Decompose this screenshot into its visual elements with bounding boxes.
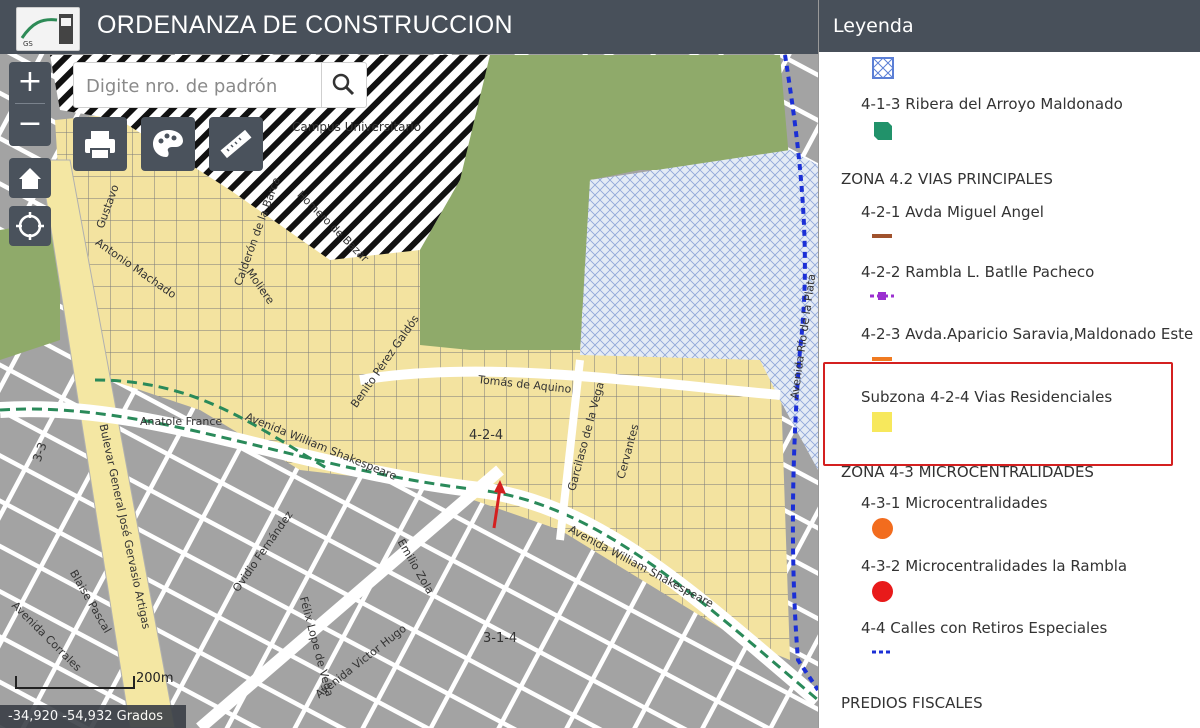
legend-header: Leyenda [819, 0, 1200, 52]
basemap-button[interactable] [141, 117, 195, 171]
blue-hatch-swatch [872, 57, 894, 79]
micro-swatch [872, 518, 893, 539]
legend-section-zona42: ZONA 4.2 VIAS PRINCIPALES [841, 170, 1053, 188]
ruler-icon [220, 129, 252, 159]
municipality-logo: GS [16, 7, 80, 51]
home-icon [19, 168, 41, 189]
zoom-control: + − [9, 62, 51, 146]
app-title: ORDENANZA DE CONSTRUCCION [97, 11, 513, 39]
zoom-in-button[interactable]: + [9, 62, 51, 104]
green-ribera-swatch [874, 122, 892, 140]
padron-search-input[interactable] [84, 73, 318, 99]
scale-bar: 200m [14, 671, 176, 692]
legend-item-aparicio: 4-2-3 Avda.Aparicio Saravia,Maldonado Es… [861, 325, 1194, 343]
palette-icon [153, 130, 183, 157]
search-button[interactable] [321, 63, 366, 107]
legend-highlight-box [823, 362, 1173, 466]
zone-label-424: 4-2-4 [469, 428, 504, 443]
miguel-angel-swatch [872, 234, 892, 238]
legend-item-rambla: 4-2-2 Rambla L. Batlle Pacheco [861, 263, 1095, 281]
home-button[interactable] [9, 158, 51, 198]
print-button[interactable] [73, 117, 127, 171]
map-label-campus: Campus Universitario [292, 120, 422, 134]
micro-rambla-swatch [872, 581, 893, 602]
legend-item-ribera: 4-1-3 Ribera del Arroyo Maldonado [861, 95, 1123, 113]
zoom-out-button[interactable]: − [9, 104, 51, 146]
legend-item-miguel-angel: 4-2-1 Avda Miguel Angel [861, 203, 1044, 221]
scale-label: 200m [136, 671, 174, 686]
locate-icon [16, 212, 44, 240]
app-header: GS ORDENANZA DE CONSTRUCCION [0, 0, 818, 54]
coordinates-readout: -34,920 -54,932 Grados [0, 705, 186, 728]
rambla-swatch [870, 292, 894, 300]
search-icon [332, 73, 355, 96]
map-label-anatole: Anatole France [140, 415, 223, 428]
legend-item-micro: 4-3-1 Microcentralidades [861, 494, 1048, 512]
zoom-divider [15, 103, 45, 104]
measure-button[interactable] [209, 117, 263, 171]
zone-label-314: 3-1-4 [483, 631, 518, 646]
locate-button[interactable] [9, 206, 51, 246]
printer-icon [85, 131, 115, 160]
svg-text:GS: GS [23, 40, 33, 48]
legend-item-retiros: 4-4 Calles con Retiros Especiales [861, 619, 1108, 637]
legend-section-predios: PREDIOS FISCALES [841, 694, 983, 712]
retiros-swatch [872, 650, 892, 654]
legend-title: Leyenda [833, 15, 914, 37]
padron-search [73, 62, 367, 108]
legend-item-micro-rambla: 4-3-2 Microcentralidades la Rambla [861, 557, 1128, 575]
aparicio-swatch [872, 357, 892, 361]
